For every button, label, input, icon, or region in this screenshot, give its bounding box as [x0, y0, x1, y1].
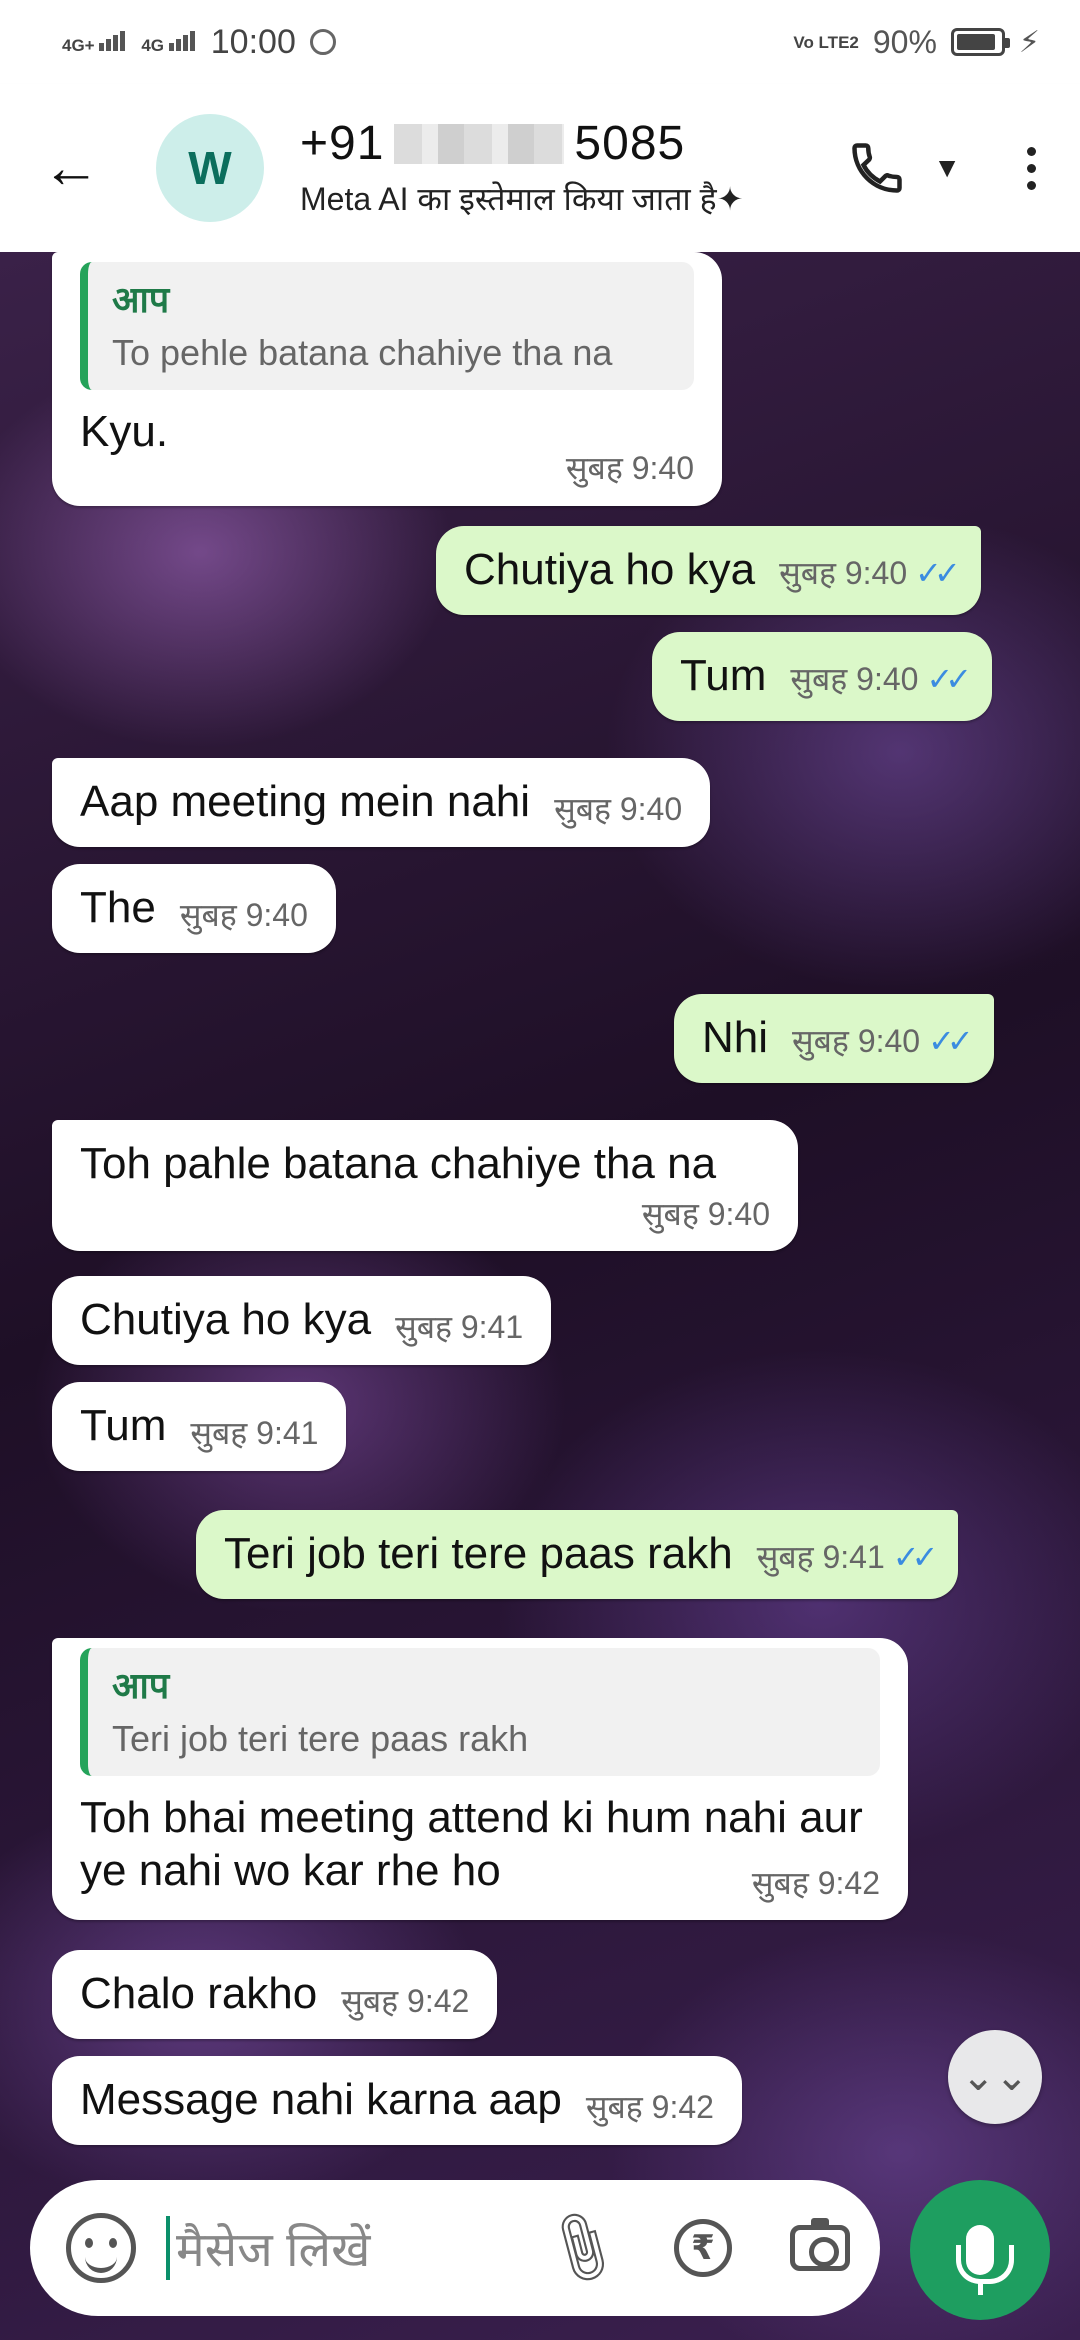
paperclip-icon[interactable]: 📎︎ — [536, 2204, 627, 2293]
more-options-icon[interactable] — [1027, 146, 1036, 190]
charging-icon: ⚡ — [1018, 25, 1040, 59]
read-ticks-icon: ✓✓ — [915, 555, 961, 591]
message-time: सुबह 9:40 — [565, 450, 694, 487]
rupee-payment-icon[interactable]: ₹ — [674, 2219, 732, 2277]
read-ticks-icon: ✓✓ — [892, 1539, 939, 1575]
scroll-down-button[interactable]: ⌄⌄ — [948, 2030, 1042, 2124]
battery-icon — [950, 28, 1010, 56]
message-outgoing[interactable]: Teri job teri tere paas rakh सुबह 9:41 ✓✓ — [196, 1510, 959, 1599]
message-outgoing[interactable]: Nhi सुबह 9:40 ✓✓ — [674, 994, 994, 1083]
message-input[interactable]: मैसेज लिखें — [166, 2216, 537, 2280]
message-incoming[interactable]: Chalo rakho सुबह 9:42 — [52, 1950, 498, 2039]
phone-icon[interactable] — [847, 138, 907, 198]
message-incoming[interactable]: आप Teri job teri tere paas rakh Toh bhai… — [52, 1638, 908, 1921]
message-incoming[interactable]: The सुबह 9:40 — [52, 864, 336, 953]
message-incoming[interactable]: आप To pehle batana chahiye tha na Kyu. स… — [52, 252, 722, 506]
message-outgoing[interactable]: Tum सुबह 9:40 ✓✓ — [652, 632, 993, 721]
quoted-reply[interactable]: आप Teri job teri tere paas rakh — [80, 1648, 880, 1777]
clock: 10:00 — [210, 22, 296, 61]
message-incoming[interactable]: Chutiya ho kya सुबह 9:41 — [52, 1276, 552, 1365]
read-ticks-icon: ✓✓ — [928, 1023, 974, 1059]
contact-info[interactable]: +91 5085 Meta AI का इस्तेमाल किया जाता ह… — [300, 116, 847, 220]
network-indicator-1: 4G+ — [62, 30, 127, 54]
chat-header: ← W +91 5085 Meta AI का इस्तेमाल किया जा… — [0, 84, 1080, 252]
chat-area[interactable]: आप To pehle batana chahiye tha na Kyu. स… — [0, 252, 1080, 2340]
network-indicator-2: 4G — [141, 30, 196, 54]
status-bar: 4G+ 4G 10:00 Vo LTE2 90% ⚡ — [0, 0, 1080, 84]
battery-percent: 90% — [872, 23, 937, 60]
volte-indicator: Vo LTE2 — [793, 32, 859, 52]
voice-message-button[interactable] — [910, 2180, 1050, 2320]
sticker-emoji-icon[interactable] — [66, 2213, 136, 2283]
message-outgoing[interactable]: Chutiya ho kya सुबह 9:40 ✓✓ — [436, 526, 981, 615]
redacted-digits — [394, 123, 565, 164]
message-composer: मैसेज लिखें 📎︎ ₹ — [30, 2180, 880, 2316]
message-incoming[interactable]: Tum सुबह 9:41 — [52, 1382, 347, 1471]
message-incoming[interactable]: Aap meeting mein nahi सुबह 9:40 — [52, 758, 711, 847]
read-ticks-icon: ✓✓ — [926, 661, 972, 697]
avatar[interactable]: W — [156, 114, 264, 222]
whatsapp-notification-icon — [309, 29, 336, 55]
contact-subtitle: Meta AI का इस्तेमाल किया जाता है✦ — [300, 181, 744, 217]
microphone-icon — [956, 2225, 1014, 2295]
camera-icon[interactable] — [790, 2218, 850, 2271]
message-incoming[interactable]: Message nahi karna aap सुबह 9:42 — [52, 2056, 742, 2145]
back-arrow-icon[interactable]: ← — [42, 139, 102, 197]
contact-name: +91 5085 — [300, 117, 686, 170]
quoted-reply[interactable]: आप To pehle batana chahiye tha na — [80, 262, 694, 391]
double-chevron-down-icon: ⌄⌄ — [961, 2055, 1029, 2099]
message-incoming[interactable]: Toh pahle batana chahiye tha na सुबह 9:4… — [52, 1120, 798, 1252]
call-options-caret-icon[interactable]: ▼ — [933, 152, 961, 184]
